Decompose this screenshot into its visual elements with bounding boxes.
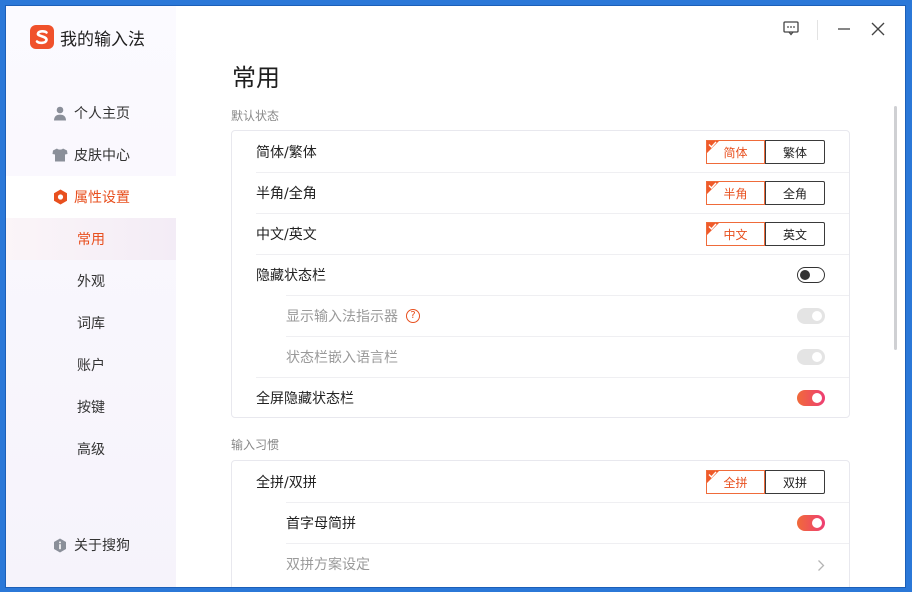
section-label-default-state: 默认状态 [231,109,280,123]
segment-option-label: 繁体 [782,145,807,160]
row-label: 状态栏嵌入语言栏 [286,349,398,366]
row-half-full-width: 半角/全角 半角 全角 [232,172,849,213]
toggle-knob [812,393,822,403]
segment-half-full-width: 半角 全角 [706,181,825,205]
chat-icon [783,20,799,40]
titlebar-divider [817,20,818,40]
segment-option-label: 双拼 [782,475,807,490]
sidebar-item-label: 皮肤中心 [74,148,130,164]
info-icon [52,537,68,553]
section-label-input-habits: 输入习惯 [231,438,280,452]
subitem-label: 账户 [77,358,105,374]
sidebar-item-label: 个人主页 [74,106,130,122]
row-simplified-traditional: 简体/繁体 简体 繁体 [232,131,849,172]
minimize-button[interactable] [834,20,854,40]
person-icon [52,105,68,121]
chevron-right-icon [817,557,825,576]
page-title: 常用 [232,64,280,92]
help-icon[interactable]: ? [406,308,420,323]
sidebar-subitem-common[interactable]: 常用 [6,218,176,260]
app-name: 我的输入法 [60,29,145,50]
segment-option-selected[interactable]: 中文 [706,222,765,246]
hexagon-settings-icon [52,189,68,205]
sidebar-subitem-advanced[interactable]: 高级 [6,428,176,470]
segment-option[interactable]: 繁体 [765,141,824,163]
minimize-icon [837,21,851,40]
row-label: 中文/英文 [256,226,317,243]
row-label: 首字母简拼 [286,515,356,532]
row-label-wrap: 显示输入法指示器 ? [286,306,420,326]
row-label: 全屏隐藏状态栏 [256,390,354,407]
segment-option-label: 全拼 [723,475,748,490]
close-button[interactable] [868,20,888,40]
toggle-show-indicator [797,308,825,324]
row-show-indicator: 显示输入法指示器 ? [232,295,849,336]
segment-option-label: 简体 [723,145,748,160]
row-label: 全拼/双拼 [256,474,317,491]
settings-window: 我的输入法 个人主页 皮肤中心 属性设置 常用 外观 词库 账户 按键 高级 关… [6,6,905,587]
segment-chinese-english: 中文 英文 [706,222,825,246]
feedback-button[interactable] [781,20,801,40]
toggle-fullscreen-hide-status-bar[interactable] [797,390,825,406]
brand: 我的输入法 [30,24,145,50]
subitem-label: 按键 [77,400,105,416]
toggle-hide-status-bar[interactable] [797,267,825,283]
sidebar-subitem-account[interactable]: 账户 [6,344,176,386]
toggle-knob [812,518,822,528]
toggle-embed-language-bar [797,349,825,365]
row-label: 隐藏状态栏 [256,267,326,284]
check-corner-icon [707,471,719,483]
segment-full-double-pinyin: 全拼 双拼 [706,470,825,494]
settings-card-input-habits: 全拼/双拼 全拼 双拼 首字母简拼 双拼方案设定 [231,460,850,587]
toggle-knob [812,311,822,321]
sidebar-subitem-appearance[interactable]: 外观 [6,260,176,302]
row-label: 显示输入法指示器 [286,308,398,325]
sidebar-subitem-keys[interactable]: 按键 [6,386,176,428]
segment-option-label: 英文 [782,227,807,242]
sidebar-item-skins[interactable]: 皮肤中心 [6,134,176,176]
settings-card-default-state: 简体/繁体 简体 繁体 半角/全角 半角 全角 中文/英文 中文 英文 隐藏状态… [231,130,850,418]
toggle-initial-abbreviation[interactable] [797,515,825,531]
row-label: 双拼方案设定 [286,556,370,573]
row-initial-abbreviation: 首字母简拼 [232,502,849,543]
sidebar: 我的输入法 个人主页 皮肤中心 属性设置 常用 外观 词库 账户 按键 高级 关… [6,6,176,587]
segment-option[interactable]: 全角 [765,182,824,204]
scrollbar-thumb[interactable] [894,106,897,350]
sogou-logo-icon [30,25,54,49]
subitem-label: 外观 [77,274,105,290]
segment-option-selected[interactable]: 半角 [706,181,765,205]
check-corner-icon [707,223,719,235]
row-chinese-english: 中文/英文 中文 英文 [232,213,849,254]
row-hide-status-bar: 隐藏状态栏 [232,254,849,295]
sidebar-item-profile[interactable]: 个人主页 [6,92,176,134]
check-corner-icon [707,182,719,194]
segment-simplified-traditional: 简体 繁体 [706,140,825,164]
row-double-pinyin-scheme[interactable]: 双拼方案设定 [232,543,849,584]
shirt-icon [52,147,68,163]
row-label: 简体/繁体 [256,144,317,161]
segment-option[interactable]: 英文 [765,223,824,245]
segment-option[interactable]: 双拼 [765,471,824,493]
sidebar-item-label: 关于搜狗 [74,538,130,554]
segment-option-label: 全角 [782,186,807,201]
check-corner-icon [707,141,719,153]
segment-option-label: 半角 [723,186,748,201]
segment-option-selected[interactable]: 简体 [706,140,765,164]
close-icon [871,21,885,40]
sidebar-item-about[interactable]: 关于搜狗 [6,524,176,566]
sidebar-item-label: 属性设置 [74,190,130,206]
toggle-knob [800,270,810,280]
toggle-knob [812,352,822,362]
subitem-label: 词库 [77,316,105,332]
row-embed-language-bar: 状态栏嵌入语言栏 [232,336,849,377]
row-fullscreen-hide-status-bar: 全屏隐藏状态栏 [232,377,849,418]
row-full-double-pinyin: 全拼/双拼 全拼 双拼 [232,461,849,502]
subitem-label: 高级 [77,442,105,458]
sidebar-subitem-dictionary[interactable]: 词库 [6,302,176,344]
row-label: 半角/全角 [256,185,317,202]
segment-option-label: 中文 [723,227,748,242]
sidebar-item-properties[interactable]: 属性设置 [6,176,176,218]
subitem-label: 常用 [77,232,105,248]
segment-option-selected[interactable]: 全拼 [706,470,765,494]
